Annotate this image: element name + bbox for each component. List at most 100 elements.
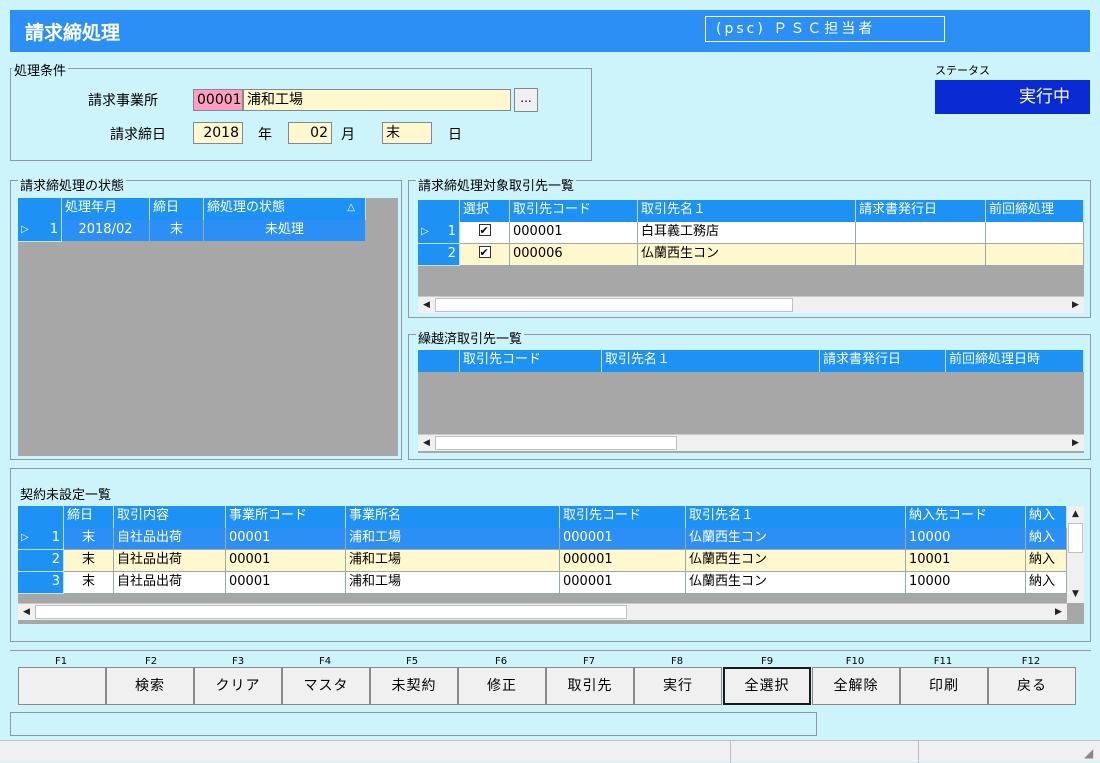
scroll-left-icon[interactable]: ◀	[418, 435, 435, 451]
cell-partner-code: 000001	[510, 222, 638, 244]
year-field[interactable]: 2018	[193, 122, 243, 144]
cell-invoice-date	[856, 244, 986, 266]
month-unit: 月	[341, 127, 355, 143]
edit-button[interactable]: 修正	[458, 667, 546, 705]
cell-state: 未処理	[204, 220, 366, 242]
master-button[interactable]: マスタ	[282, 667, 370, 705]
column-header[interactable]: 締日	[64, 506, 114, 528]
cell-office-name: 浦和工場	[346, 528, 560, 550]
closing-state-grid: 処理年月 締日 締処理の状態 △ ▷ 1 2018/02 末 未処理	[18, 198, 398, 456]
table-row[interactable]: 2 末 自社品出荷 00001 浦和工場 000001 仏蘭西生コン 10001…	[18, 550, 1067, 572]
column-header[interactable]: 前回締処理日時	[946, 350, 1084, 372]
row-header-corner	[18, 506, 64, 528]
uncontracted-title: 契約未設定一覧	[18, 484, 114, 503]
column-header[interactable]: 締処理の状態 △	[204, 198, 366, 220]
cell-closing-day: 末	[150, 220, 204, 242]
deselect-all-button[interactable]: 全解除	[812, 667, 900, 705]
column-header[interactable]: 請求書発行日	[820, 350, 946, 372]
grid-header: 処理年月 締日 締処理の状態 △	[18, 198, 366, 220]
month-field[interactable]: 02	[288, 122, 332, 144]
row-header-corner	[18, 198, 62, 220]
cell-office-code: 00001	[226, 550, 346, 572]
column-header[interactable]: 取引先名１	[686, 506, 906, 528]
column-header[interactable]: 取引先名１	[638, 200, 856, 222]
scroll-right-icon[interactable]: ▶	[1067, 435, 1084, 451]
print-button[interactable]: 印刷	[900, 667, 988, 705]
year-unit: 年	[258, 127, 272, 143]
column-header[interactable]: 処理年月	[62, 198, 150, 220]
table-row[interactable]: ▷ 1 2018/02 末 未処理	[18, 220, 366, 242]
uncontracted-grid: 締日 取引内容 事業所コード 事業所名 取引先コード 取引先名１ 納入先コード …	[18, 506, 1084, 624]
horizontal-scrollbar[interactable]: ◀ ▶	[418, 296, 1084, 313]
column-header[interactable]: 前回締処理	[986, 200, 1084, 222]
partner-button[interactable]: 取引先	[546, 667, 634, 705]
status-divider	[730, 741, 731, 763]
row-header: ▷ 1	[418, 222, 460, 244]
column-header[interactable]: 請求書発行日	[856, 200, 986, 222]
current-row-icon: ▷	[21, 532, 29, 543]
column-header[interactable]: 納入先コード	[906, 506, 1026, 528]
column-header[interactable]: 取引先コード	[460, 350, 602, 372]
resize-grip-icon[interactable]: ◢	[1084, 746, 1093, 760]
scroll-thumb[interactable]	[435, 298, 793, 312]
office-code-field[interactable]: 00001	[193, 89, 243, 111]
closing-state-title: 請求締処理の状態	[18, 175, 127, 194]
scroll-thumb[interactable]	[1068, 523, 1083, 553]
scroll-thumb[interactable]	[435, 436, 677, 450]
table-row[interactable]: 2 000006 仏蘭西生コン	[418, 244, 1084, 266]
table-row[interactable]: 3 末 自社品出荷 00001 浦和工場 000001 仏蘭西生コン 10000…	[18, 572, 1067, 594]
message-bar	[10, 712, 817, 736]
fkey-label: F7	[582, 656, 596, 667]
fkey-label: F4	[318, 656, 332, 667]
select-all-button[interactable]: 全選択	[723, 667, 811, 705]
column-header[interactable]: 選択	[460, 200, 510, 222]
column-header[interactable]: 納入	[1026, 506, 1067, 528]
select-checkbox[interactable]	[460, 222, 510, 244]
search-button[interactable]: 検索	[106, 667, 194, 705]
conditions-group	[10, 68, 592, 161]
office-browse-button[interactable]: ...	[514, 88, 538, 112]
scroll-up-icon[interactable]: ▲	[1067, 506, 1084, 523]
scroll-thumb[interactable]	[35, 605, 627, 619]
clear-button[interactable]: クリア	[194, 667, 282, 705]
checkbox-checked-icon	[478, 244, 491, 263]
scroll-left-icon[interactable]: ◀	[418, 297, 435, 313]
execute-button[interactable]: 実行	[634, 667, 722, 705]
column-header[interactable]: 締日	[150, 198, 204, 220]
column-header[interactable]: 取引先名１	[602, 350, 820, 372]
horizontal-scrollbar[interactable]: ◀ ▶	[418, 434, 1084, 451]
f1-button[interactable]	[18, 667, 106, 705]
day-field[interactable]: 末	[382, 122, 432, 144]
scroll-left-icon[interactable]: ◀	[18, 604, 35, 620]
window-title: 請求締処理	[25, 22, 121, 44]
fkey-label: F1	[54, 656, 68, 667]
row-header: 2	[18, 550, 64, 572]
cell-dest-code: 10000	[906, 572, 1026, 594]
cell-dest: 納入	[1026, 528, 1067, 550]
cell-dest: 納入	[1026, 550, 1067, 572]
select-checkbox[interactable]	[460, 244, 510, 266]
scroll-right-icon[interactable]: ▶	[1050, 604, 1067, 620]
cell-content: 自社品出荷	[114, 572, 226, 594]
cell-content: 自社品出荷	[114, 528, 226, 550]
uncontracted-button[interactable]: 未契約	[370, 667, 458, 705]
cell-last-closing	[986, 222, 1084, 244]
table-row[interactable]: ▷ 1 000001 白耳義工務店	[418, 222, 1084, 244]
column-header[interactable]: 事業所コード	[226, 506, 346, 528]
cell-partner-code: 000006	[510, 244, 638, 266]
cell-partner-code: 000001	[560, 572, 686, 594]
fkey-label: F3	[231, 656, 245, 667]
back-button[interactable]: 戻る	[988, 667, 1076, 705]
cell-partner-code: 000001	[560, 550, 686, 572]
column-header[interactable]: 取引先コード	[560, 506, 686, 528]
column-header[interactable]: 事業所名	[346, 506, 560, 528]
carried-title: 繰越済取引先一覧	[416, 328, 525, 347]
table-row[interactable]: ▷ 1 末 自社品出荷 00001 浦和工場 000001 仏蘭西生コン 100…	[18, 528, 1067, 550]
scroll-right-icon[interactable]: ▶	[1067, 297, 1084, 313]
scroll-down-icon[interactable]: ▼	[1067, 586, 1084, 603]
vertical-scrollbar[interactable]: ▲ ▼	[1067, 506, 1084, 603]
column-header[interactable]: 取引内容	[114, 506, 226, 528]
grid-header: 取引先コード 取引先名１ 請求書発行日 前回締処理日時	[418, 350, 1084, 372]
horizontal-scrollbar[interactable]: ◀ ▶	[18, 603, 1067, 620]
column-header[interactable]: 取引先コード	[510, 200, 638, 222]
